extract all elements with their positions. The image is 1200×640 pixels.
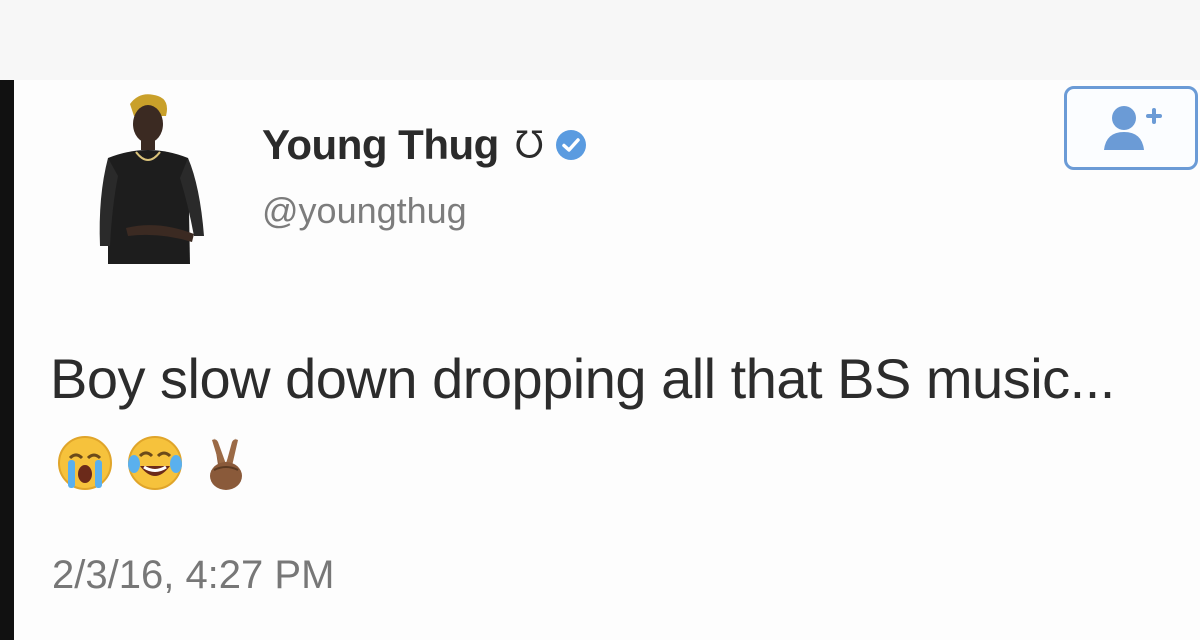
top-background bbox=[0, 0, 1200, 80]
name-row: Young Thug ᘮ bbox=[262, 120, 588, 170]
avatar[interactable] bbox=[78, 86, 218, 276]
follow-button[interactable] bbox=[1064, 86, 1198, 170]
display-name[interactable]: Young Thug bbox=[262, 121, 499, 169]
tweet-timestamp[interactable]: 2/3/16, 4:27 PM bbox=[52, 553, 334, 598]
emoji-group bbox=[56, 434, 266, 512]
add-user-icon bbox=[1104, 106, 1162, 150]
loudly-crying-face-icon bbox=[58, 436, 112, 490]
victory-hand-icon bbox=[210, 438, 242, 490]
face-with-tears-of-joy-icon bbox=[128, 436, 182, 490]
handle[interactable]: @youngthug bbox=[262, 190, 467, 232]
verified-badge-icon bbox=[555, 130, 586, 160]
name-symbol: ᘮ bbox=[514, 122, 544, 167]
left-border-bar bbox=[0, 80, 14, 640]
tweet-text: Boy slow down dropping all that BS music… bbox=[50, 347, 1115, 410]
tweet-text-container: Boy slow down dropping all that BS music… bbox=[50, 340, 1170, 512]
